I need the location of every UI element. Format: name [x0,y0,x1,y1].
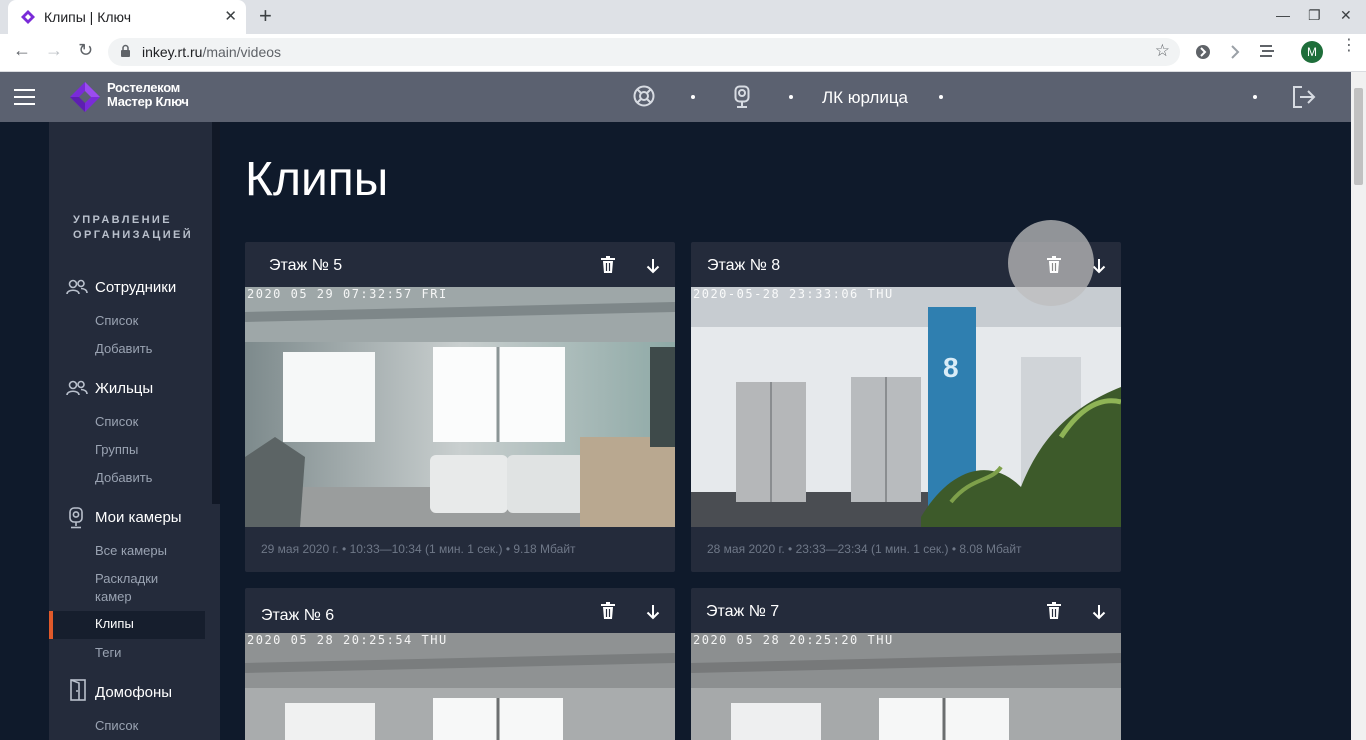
video-timestamp: 2020-05-28 23:33:06 THU [693,287,894,301]
clip-title: Этаж № 8 [707,257,781,274]
rostelecom-logo-icon[interactable] [69,81,101,113]
org-account-link[interactable]: ЛК юрлица [822,88,908,108]
trash-icon[interactable] [600,602,616,620]
browser-tabstrip: Клипы | Ключ ✕ + — ❐ ✕ [0,0,1366,34]
browser-menu-icon[interactable]: ⋮ [1341,38,1357,54]
left-gutter [0,122,49,740]
camera-icon[interactable] [734,85,750,109]
sidebar-scroll-thumb[interactable] [212,122,220,504]
clip-title: Этаж № 7 [706,603,780,620]
window-close-icon[interactable]: ✕ [1340,7,1352,24]
extension-icon[interactable] [1195,44,1211,60]
trash-icon[interactable] [1046,256,1062,274]
sidebar-item-employees-list[interactable]: Список [95,312,138,330]
header-separator-dot [691,95,695,99]
sidebar-item-residents-groups[interactable]: Группы [95,441,138,459]
logo-text[interactable]: Ростелеком Мастер Ключ [107,81,189,109]
sidebar-group-label: Сотрудники [95,279,177,296]
logout-icon[interactable] [1292,85,1316,109]
tab-close-icon[interactable]: ✕ [224,8,237,26]
clip-meta: 29 мая 2020 г. • 10:33—10:34 (1 мин. 1 с… [261,542,576,556]
clip-card: Этаж № 6 2020 05 28 20:25:54 THU [245,588,675,740]
office-room-image [691,633,1121,740]
header-separator-dot [939,95,943,99]
office-room-image [245,287,675,527]
lock-icon [121,44,130,57]
clip-card: Этаж № 5 2020 05 29 07:32:57 FRI 29 мая [245,242,675,572]
clip-thumbnail[interactable]: 2020 05 28 20:25:54 THU [245,633,675,740]
reload-icon[interactable]: ↻ [78,40,93,61]
page-scroll-thumb[interactable] [1354,88,1363,185]
sidebar-item-clips[interactable]: Клипы [49,611,205,639]
door-icon [70,679,86,701]
site-logo-icon [21,10,35,24]
video-timestamp: 2020 05 28 20:25:20 THU [693,633,894,647]
header-separator-dot [1253,95,1257,99]
profile-avatar[interactable]: M [1301,41,1323,63]
sidebar-item-label: Клипы [95,616,134,631]
elevator-hall-image: 8 [691,287,1121,527]
sidebar-group-label: Мои камеры [95,509,182,526]
clip-thumbnail[interactable]: 2020 05 28 20:25:20 THU [691,633,1121,740]
sidebar-item-residents-add[interactable]: Добавить [95,469,152,487]
sidebar-scrollbar[interactable] [212,122,220,740]
page-title: Клипы [245,153,389,206]
menu-icon[interactable] [14,89,35,105]
download-icon[interactable] [1092,258,1106,274]
sidebar-heading: УПРАВЛЕНИЕ ОРГАНИЗАЦИЕЙ [73,214,194,241]
clip-title: Этаж № 5 [269,257,343,274]
office-room-image [245,633,675,740]
download-icon[interactable] [646,258,660,274]
tab-title: Клипы | Ключ [44,9,132,25]
trash-icon[interactable] [600,256,616,274]
sidebar-item-tags[interactable]: Теги [95,644,121,662]
sidebar-item-employees-add[interactable]: Добавить [95,340,152,358]
sidebar-group-label: Жильцы [95,380,154,397]
minimize-icon[interactable]: — [1276,7,1290,23]
forward-icon[interactable]: → [45,40,63,61]
users-icon [66,279,88,295]
url-text: inkey.rt.ru/main/videos [142,44,282,60]
download-icon[interactable] [646,604,660,620]
back-icon[interactable]: ← [13,40,31,61]
clip-meta: 28 мая 2020 г. • 23:33—23:34 (1 мин. 1 с… [707,542,1022,556]
support-icon[interactable] [633,85,655,107]
clip-title: Этаж № 6 [261,607,335,624]
reading-list-icon[interactable] [1260,44,1274,58]
clip-thumbnail[interactable]: 8 2020-05-28 23:33:06 THU [691,287,1121,527]
svg-text:8: 8 [943,352,959,383]
app-header: Ростелеком Мастер Ключ ЛК юрлица [0,72,1351,122]
download-icon[interactable] [1092,604,1106,620]
sidebar-item-residents-list[interactable]: Список [95,413,138,431]
sidebar-item-all-cameras[interactable]: Все камеры [95,542,167,560]
sidebar-group-label: Домофоны [95,684,173,701]
sidebar-item-camera-layouts[interactable]: Раскладки камер [95,570,158,606]
sidebar-item-intercoms-list[interactable]: Список [95,717,138,735]
video-timestamp: 2020 05 29 07:32:57 FRI [247,287,448,301]
address-bar[interactable]: inkey.rt.ru/main/videos ☆ [108,38,1180,66]
camera-icon [69,507,83,529]
header-separator-dot [789,95,793,99]
clip-card: Этаж № 7 2020 05 28 20:25:20 THU [691,588,1121,740]
browser-tab[interactable]: Клипы | Ключ ✕ [8,0,246,34]
new-tab-icon[interactable]: + [259,5,272,27]
browser-toolbar: ← → ↻ inkey.rt.ru/main/videos ☆ M ⋮ [0,34,1366,72]
users-icon [66,380,88,396]
bookmark-star-icon[interactable]: ☆ [1155,41,1170,61]
page-scrollbar[interactable] [1351,72,1366,740]
clip-thumbnail[interactable]: 2020 05 29 07:32:57 FRI [245,287,675,527]
extension-arrow-icon[interactable] [1229,44,1241,60]
maximize-icon[interactable]: ❐ [1308,7,1321,24]
video-timestamp: 2020 05 28 20:25:54 THU [247,633,448,647]
trash-icon[interactable] [1046,602,1062,620]
